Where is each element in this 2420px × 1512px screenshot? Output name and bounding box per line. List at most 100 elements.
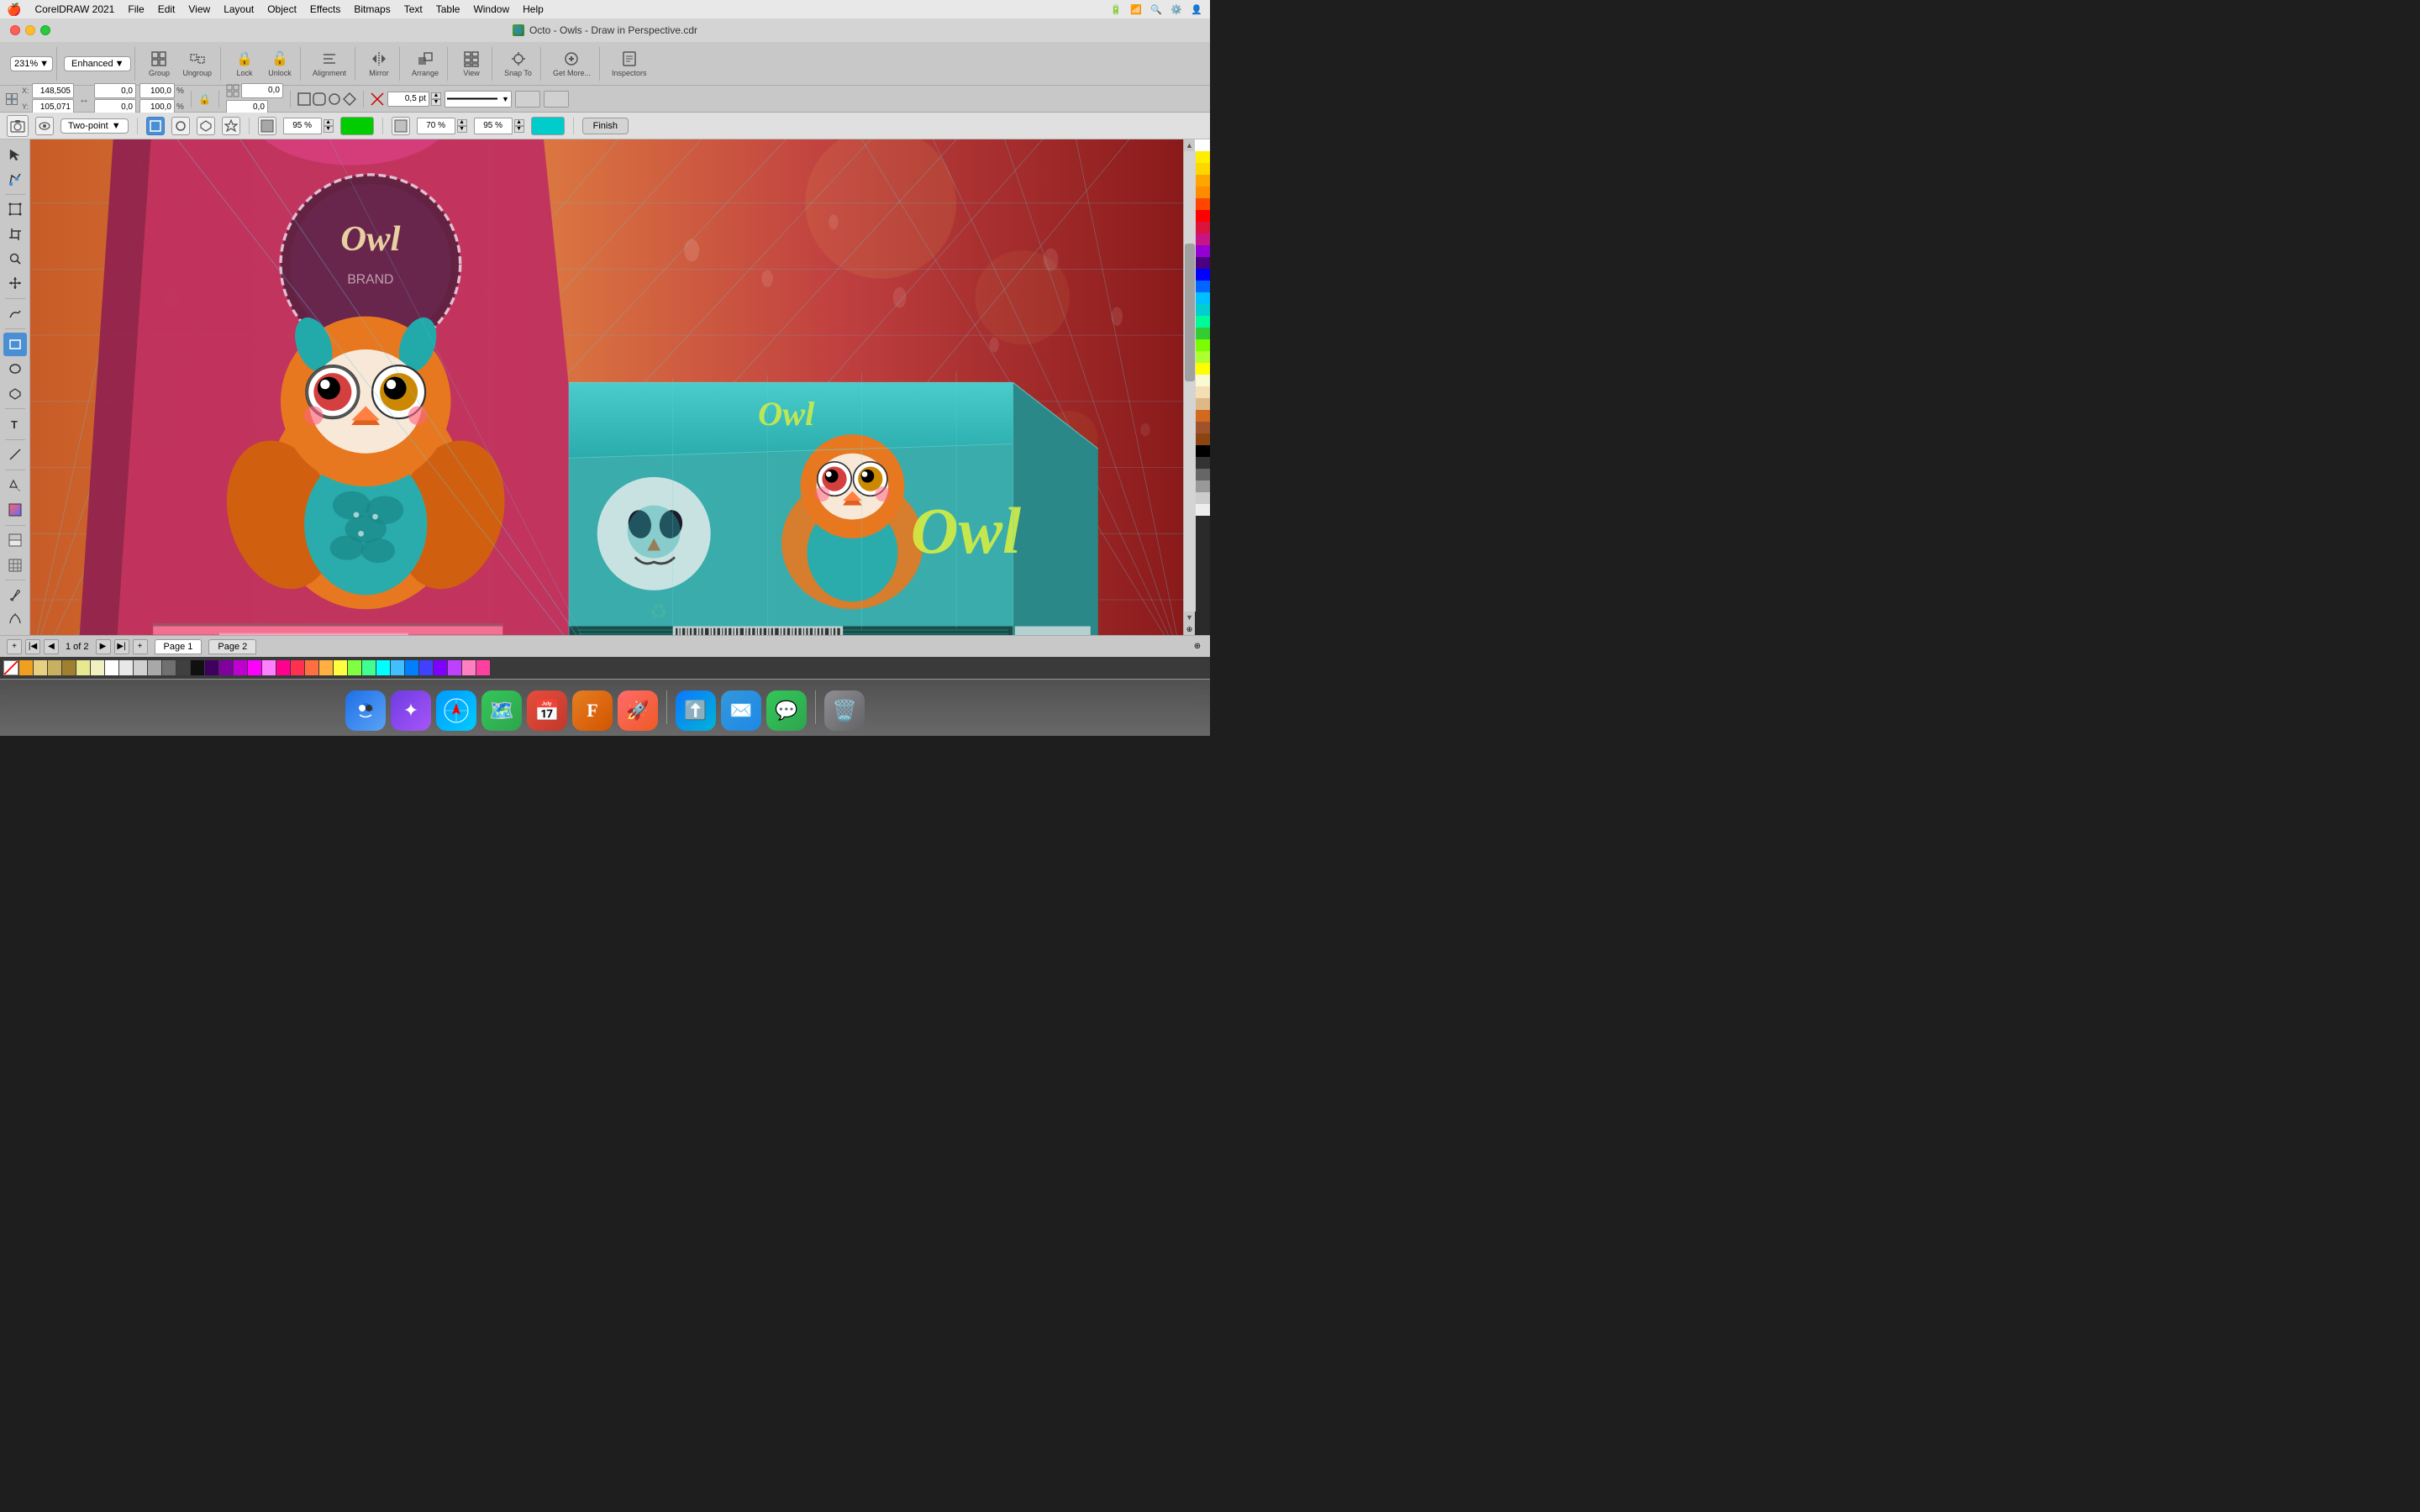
palette-color-swatch[interactable] xyxy=(1195,457,1210,469)
color-bar-swatch[interactable] xyxy=(191,660,204,675)
palette-color-swatch[interactable] xyxy=(1195,398,1210,410)
color-bar-swatch[interactable] xyxy=(391,660,404,675)
color-bar-swatch[interactable] xyxy=(334,660,347,675)
menu-effects[interactable]: Effects xyxy=(310,3,340,15)
rounded-rect-icon[interactable] xyxy=(313,92,326,106)
plane-color-cyan[interactable] xyxy=(531,117,565,135)
zoom-dropdown[interactable]: 231% ▼ xyxy=(10,56,53,71)
ungroup-button[interactable]: Ungroup xyxy=(177,47,217,81)
tool-pan[interactable] xyxy=(3,272,27,295)
menu-window[interactable]: Window xyxy=(473,3,509,15)
perspective-mode-dropdown[interactable]: Two-point ▼ xyxy=(60,118,129,134)
tool-polygon[interactable] xyxy=(3,382,27,405)
apple-menu[interactable]: 🍎 xyxy=(7,3,21,17)
palette-color-swatch[interactable] xyxy=(1195,492,1210,504)
add-page-button[interactable]: + xyxy=(7,639,22,654)
color-bar-swatch[interactable] xyxy=(376,660,390,675)
palette-color-swatch[interactable] xyxy=(1195,222,1210,234)
palette-color-swatch[interactable] xyxy=(1195,163,1210,175)
op2-down[interactable]: ▼ xyxy=(457,126,467,133)
tool-node[interactable] xyxy=(3,167,27,190)
color-bar-swatch[interactable] xyxy=(319,660,333,675)
palette-color-swatch[interactable] xyxy=(1195,281,1210,292)
dock-launchpad[interactable]: 🚀 xyxy=(618,690,658,731)
dock-appstore[interactable]: ⬆️ xyxy=(676,690,716,731)
color-bar-swatch[interactable] xyxy=(476,660,490,675)
palette-color-swatch[interactable] xyxy=(1195,445,1210,457)
palette-color-swatch[interactable] xyxy=(1195,351,1210,363)
color-bar-swatch[interactable] xyxy=(405,660,418,675)
color-bar-swatch[interactable] xyxy=(134,660,147,675)
plane-color-green[interactable] xyxy=(340,117,374,135)
w-pct-input[interactable] xyxy=(139,83,175,98)
palette-color-swatch[interactable] xyxy=(1195,234,1210,245)
zoom-reset-icon[interactable]: ⊕ xyxy=(1186,623,1193,635)
menu-file[interactable]: File xyxy=(128,3,144,15)
color-bar-swatch[interactable] xyxy=(462,660,476,675)
color-bar-swatch[interactable] xyxy=(162,660,176,675)
add-page-end-button[interactable]: + xyxy=(133,639,148,654)
color-bar-swatch[interactable] xyxy=(248,660,261,675)
tool-select[interactable] xyxy=(3,143,27,165)
arrow-end[interactable] xyxy=(544,91,569,108)
tool-text[interactable]: T xyxy=(3,412,27,435)
color-bar-swatch[interactable] xyxy=(105,660,118,675)
menu-text[interactable]: Text xyxy=(404,3,423,15)
menu-layout[interactable]: Layout xyxy=(224,3,254,15)
control-center-icon[interactable]: ⚙️ xyxy=(1170,3,1183,16)
unlock-button[interactable]: 🔓 Unlock xyxy=(263,47,297,81)
op3-down[interactable]: ▼ xyxy=(514,126,524,133)
menu-coreldraw[interactable]: CorelDRAW 2021 xyxy=(34,3,114,15)
op1-up[interactable]: ▲ xyxy=(324,119,334,126)
inspectors-button[interactable]: Inspectors xyxy=(607,47,652,81)
view-mode-dropdown[interactable]: Enhanced ▼ xyxy=(64,56,131,71)
color-bar-swatch[interactable] xyxy=(305,660,318,675)
color-bar-swatch[interactable] xyxy=(205,660,218,675)
menu-help[interactable]: Help xyxy=(523,3,544,15)
tool-smart-fill[interactable] xyxy=(3,529,27,552)
user-icon[interactable]: 👤 xyxy=(1190,3,1203,16)
palette-color-swatch[interactable] xyxy=(1195,469,1210,480)
right-scrollbar[interactable]: ▲ ▼ ⊕ xyxy=(1183,139,1195,635)
prev-page-button[interactable]: ◀ xyxy=(44,639,59,654)
color-bar-swatch[interactable] xyxy=(234,660,247,675)
dock-fontbook[interactable]: F xyxy=(572,690,613,731)
color-bar-swatch[interactable] xyxy=(348,660,361,675)
prev-page-first-button[interactable]: |◀ xyxy=(25,639,40,654)
snap-to-button[interactable]: Snap To xyxy=(499,47,537,81)
palette-color-swatch[interactable] xyxy=(1195,433,1210,445)
dock-trash[interactable]: 🗑️ xyxy=(824,690,865,731)
palette-color-swatch[interactable] xyxy=(1195,375,1210,386)
dock-siri[interactable]: ✦ xyxy=(391,690,431,731)
opacity1-input[interactable] xyxy=(283,118,322,134)
color-bar-swatch[interactable] xyxy=(148,660,161,675)
menu-object[interactable]: Object xyxy=(267,3,297,15)
lock-ratio-icon[interactable]: 🔒 xyxy=(198,92,212,106)
dock-messages[interactable]: 💬 xyxy=(766,690,807,731)
circle-shape-icon[interactable] xyxy=(328,92,341,106)
stroke-style-dropdown[interactable]: ▼ xyxy=(445,91,512,108)
maximize-button[interactable] xyxy=(40,25,50,35)
scroll-track[interactable] xyxy=(1184,151,1196,612)
palette-color-swatch[interactable] xyxy=(1195,257,1210,269)
color-bar-swatch[interactable] xyxy=(448,660,461,675)
menu-table[interactable]: Table xyxy=(436,3,460,15)
palette-color-swatch[interactable] xyxy=(1195,139,1210,151)
diamond-shape-icon[interactable] xyxy=(343,92,356,106)
arrange-button[interactable]: Arrange xyxy=(407,47,444,81)
palette-color-swatch[interactable] xyxy=(1195,210,1210,222)
palette-color-swatch[interactable] xyxy=(1195,339,1210,351)
color-bar-swatch[interactable] xyxy=(362,660,376,675)
dock-safari[interactable] xyxy=(436,690,476,731)
color-bar-swatch[interactable] xyxy=(76,660,90,675)
stroke-size-input[interactable] xyxy=(387,92,429,107)
search-icon[interactable]: 🔍 xyxy=(1150,3,1163,16)
palette-color-swatch[interactable] xyxy=(1195,363,1210,375)
color-bar-swatch[interactable] xyxy=(176,660,190,675)
alignment-button[interactable]: Alignment xyxy=(308,47,351,81)
zoom-corner-icon[interactable]: ⊕ xyxy=(1192,641,1203,653)
get-more-button[interactable]: Get More... xyxy=(548,47,596,81)
scroll-down-arrow[interactable]: ▼ xyxy=(1184,612,1196,623)
plane-circle-icon[interactable] xyxy=(171,117,190,135)
opacity3-input[interactable] xyxy=(474,118,513,134)
